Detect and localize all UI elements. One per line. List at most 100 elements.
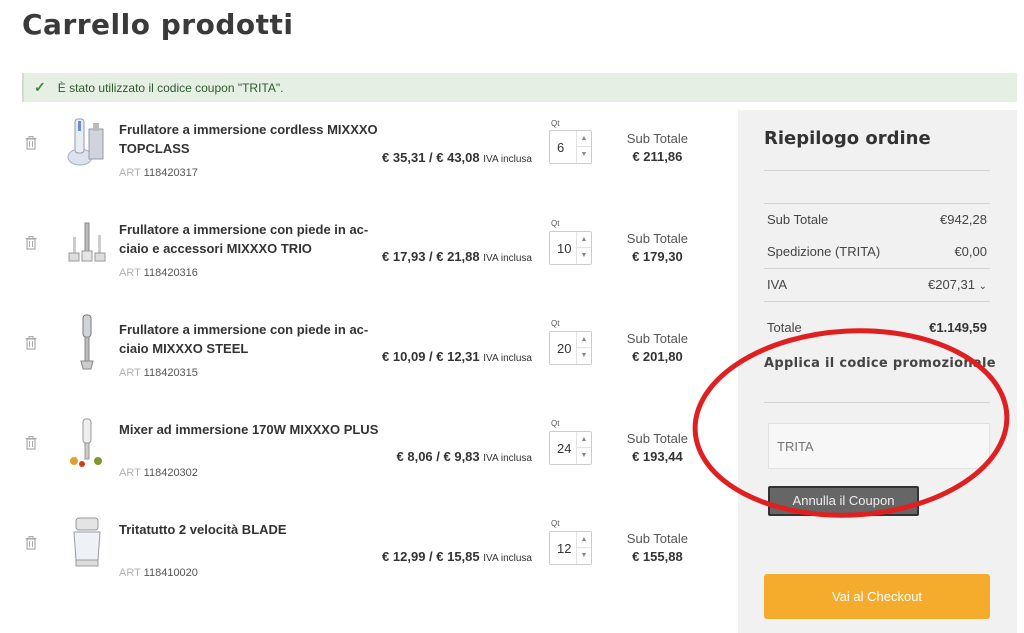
subtotal-label: Sub Totale: [626, 131, 688, 146]
product-image[interactable]: [62, 412, 112, 472]
summary-vat-row[interactable]: IVA €207,31 ⌄: [767, 277, 987, 292]
art-label: ART: [119, 367, 141, 379]
trash-icon[interactable]: [25, 136, 39, 150]
trash-icon[interactable]: [25, 536, 39, 550]
divider: [764, 301, 990, 302]
quantity-value[interactable]: 12: [557, 541, 571, 556]
subtotal-label: Sub Totale: [626, 231, 688, 246]
summary-total-value: €1.149,59: [929, 320, 987, 335]
trash-icon[interactable]: [25, 436, 39, 450]
cart-item: Frullatore a immersione con piede in ac-…: [22, 210, 712, 300]
coupon-notice-text: È stato utilizzato il codice coupon "TRI…: [57, 80, 284, 95]
art-label: ART: [119, 167, 141, 179]
summary-total-label: Totale: [767, 320, 802, 335]
unit-price: € 8,06 / € 9,83 IVA inclusa: [397, 449, 532, 464]
line-subtotal: Sub Totale € 211,86: [627, 131, 688, 164]
vat-note: IVA inclusa: [483, 553, 532, 564]
product-image[interactable]: [62, 312, 112, 372]
trash-icon[interactable]: [25, 336, 39, 350]
quantity-stepper[interactable]: 20 ▲ ▼: [549, 331, 592, 365]
art-number: 118420315: [143, 367, 198, 379]
product-image[interactable]: [62, 112, 112, 172]
product-code: ART 118420302: [119, 467, 198, 479]
product-name[interactable]: Tritatutto 2 velocità BLADE: [119, 520, 379, 539]
quantity-stepper[interactable]: 12 ▲ ▼: [549, 531, 592, 565]
spinner-up-icon[interactable]: ▲: [577, 131, 591, 147]
product-name[interactable]: Frullatore a immersione cordless MIXXXO …: [119, 120, 379, 158]
promo-code-title[interactable]: Applica il codice promozionale: [764, 354, 996, 374]
qty-label: Qt: [551, 119, 560, 128]
spinner-up-icon[interactable]: ▲: [577, 232, 591, 248]
subtotal-label: Sub Totale: [626, 431, 688, 446]
summary-shipping-value: €0,00: [954, 244, 987, 259]
price-value: € 10,09 / € 12,31: [382, 349, 480, 364]
subtotal-value: € 201,80: [632, 349, 683, 364]
page-title: Carrello prodotti: [22, 8, 294, 41]
spinner-down-icon[interactable]: ▼: [577, 248, 591, 264]
unit-price: € 12,99 / € 15,85 IVA inclusa: [382, 549, 532, 564]
spinner-up-icon[interactable]: ▲: [577, 532, 591, 548]
art-label: ART: [119, 567, 141, 579]
price-value: € 35,31 / € 43,08: [382, 150, 480, 165]
line-subtotal: Sub Totale € 179,30: [627, 231, 688, 264]
vat-note: IVA inclusa: [483, 453, 532, 464]
price-value: € 17,93 / € 21,88: [382, 249, 480, 264]
quantity-value[interactable]: 24: [557, 441, 571, 456]
vat-note: IVA inclusa: [483, 154, 532, 165]
product-code: ART 118420316: [119, 267, 198, 279]
price-value: € 12,99 / € 15,85: [382, 549, 480, 564]
quantity-value[interactable]: 10: [557, 241, 571, 256]
spinner-down-icon[interactable]: ▼: [577, 348, 591, 364]
art-number: 118420316: [143, 267, 198, 279]
product-code: ART 118420315: [119, 367, 198, 379]
quantity-value[interactable]: 6: [557, 140, 564, 155]
subtotal-value: € 193,44: [632, 449, 683, 464]
cart-item: Frullatore a immersione cordless MIXXXO …: [22, 110, 712, 200]
spinner-down-icon[interactable]: ▼: [577, 548, 591, 564]
spinner-down-icon[interactable]: ▼: [577, 448, 591, 464]
art-number: 118420302: [143, 467, 198, 479]
quantity-value[interactable]: 20: [557, 341, 571, 356]
qty-label: Qt: [551, 219, 560, 228]
spinner-up-icon[interactable]: ▲: [577, 432, 591, 448]
quantity-stepper[interactable]: 10 ▲ ▼: [549, 231, 592, 265]
summary-shipping-row: Spedizione (TRITA) €0,00: [767, 244, 987, 259]
product-image[interactable]: [62, 512, 112, 572]
subtotal-label: Sub Totale: [626, 531, 688, 546]
summary-subtotal-row: Sub Totale €942,28: [767, 212, 987, 227]
summary-total-row: Totale €1.149,59: [767, 320, 987, 335]
summary-title: Riepilogo ordine: [764, 128, 931, 149]
unit-price: € 10,09 / € 12,31 IVA inclusa: [382, 349, 532, 364]
price-value: € 8,06 / € 9,83: [396, 449, 480, 464]
promo-code-input[interactable]: [768, 423, 990, 469]
unit-price: € 17,93 / € 21,88 IVA inclusa: [382, 249, 532, 264]
product-name[interactable]: Frullatore a immersione con piede in ac-…: [119, 320, 379, 358]
art-number: 118410020: [143, 567, 198, 579]
summary-vat-amount: €207,31: [927, 277, 975, 292]
subtotal-value: € 155,88: [632, 549, 683, 564]
qty-label: Qt: [551, 319, 560, 328]
quantity-stepper[interactable]: 24 ▲ ▼: [549, 431, 592, 465]
check-icon: ✓: [34, 79, 46, 95]
trash-icon[interactable]: [25, 236, 39, 250]
summary-vat-value: €207,31 ⌄: [928, 277, 987, 292]
product-name[interactable]: Mixer ad immersione 170W MIXXXO PLUS: [119, 420, 379, 439]
quantity-stepper[interactable]: 6 ▲ ▼: [549, 130, 592, 164]
art-number: 118420317: [143, 167, 198, 179]
line-subtotal: Sub Totale € 201,80: [627, 331, 688, 364]
art-label: ART: [119, 267, 141, 279]
line-subtotal: Sub Totale € 155,88: [627, 531, 688, 564]
product-name[interactable]: Frullatore a immersione con piede in ac-…: [119, 220, 379, 258]
subtotal-value: € 179,30: [632, 249, 683, 264]
spinner-down-icon[interactable]: ▼: [577, 147, 591, 163]
chevron-down-icon[interactable]: ⌄: [979, 281, 987, 292]
summary-subtotal-label: Sub Totale: [767, 212, 829, 227]
cancel-coupon-button[interactable]: Annulla il Coupon: [768, 486, 919, 516]
checkout-button[interactable]: Vai al Checkout: [764, 574, 990, 619]
coupon-notice: ✓ È stato utilizzato il codice coupon "T…: [22, 73, 1017, 102]
product-code: ART 118410020: [119, 567, 198, 579]
product-image[interactable]: [62, 212, 112, 272]
spinner-up-icon[interactable]: ▲: [577, 332, 591, 348]
qty-label: Qt: [551, 419, 560, 428]
subtotal-label: Sub Totale: [626, 331, 688, 346]
